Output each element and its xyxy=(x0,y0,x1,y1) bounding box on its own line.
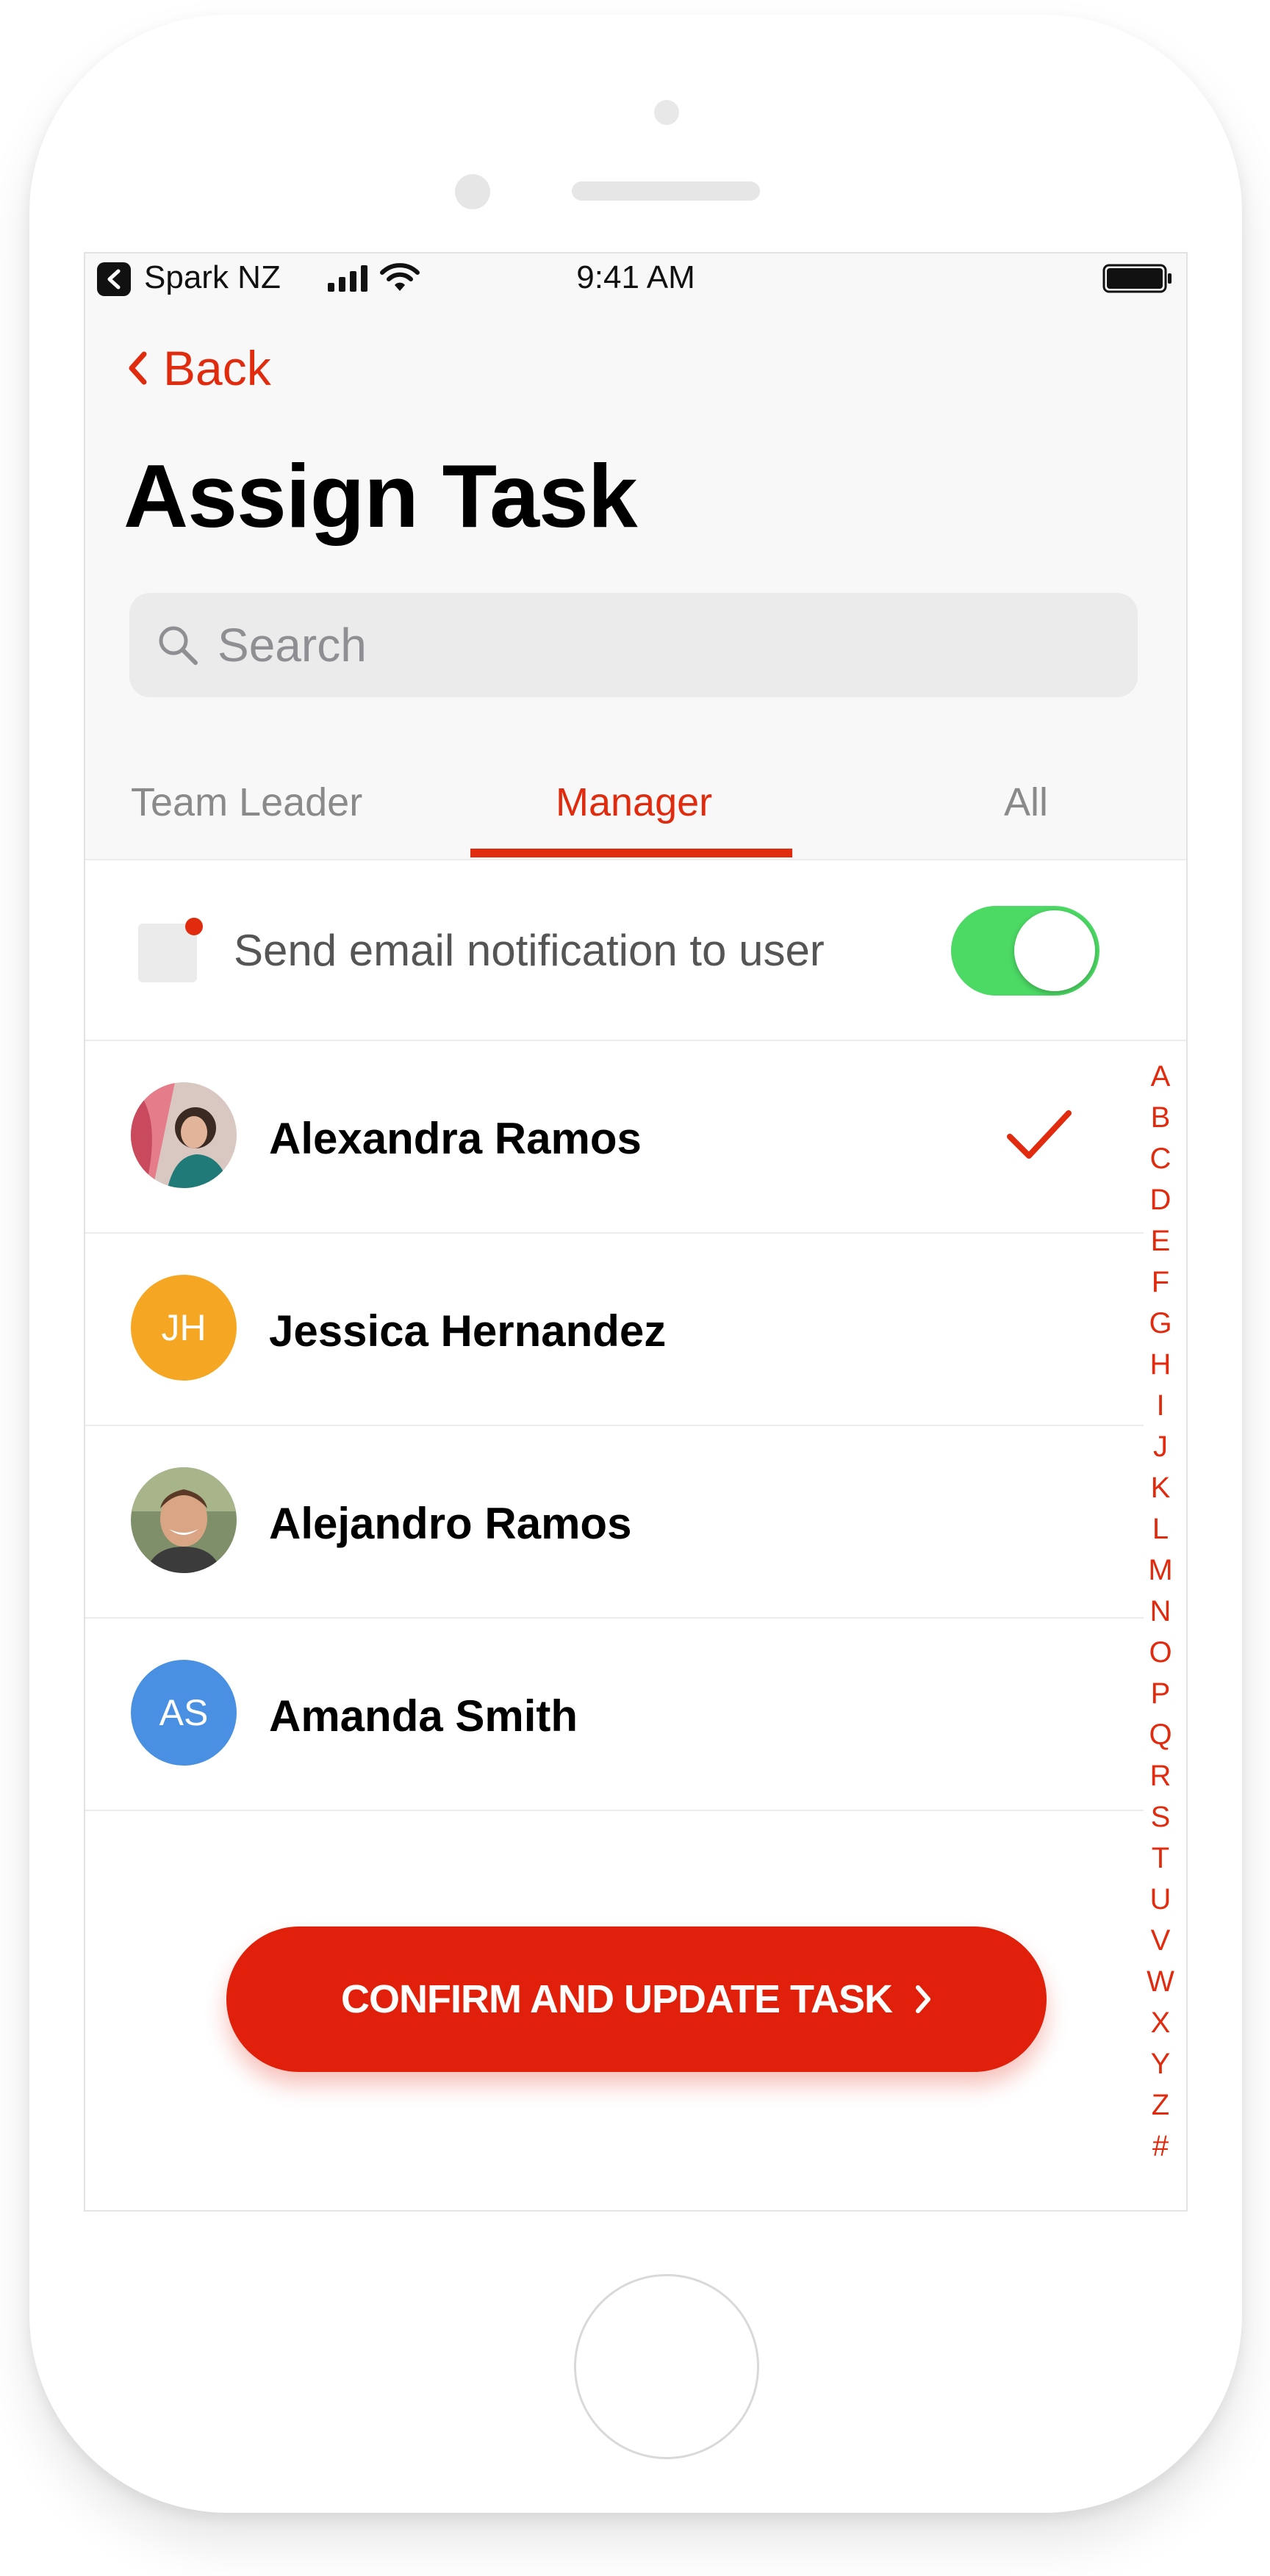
toggle-knob xyxy=(1014,910,1095,991)
notification-checkbox[interactable] xyxy=(138,918,203,982)
alphabet-index-letter[interactable]: N xyxy=(1150,1591,1172,1632)
alphabet-index-letter[interactable]: E xyxy=(1151,1220,1171,1262)
chevron-right-icon xyxy=(915,1985,930,2013)
confirm-button-label: CONFIRM AND UPDATE TASK xyxy=(341,1977,893,2021)
alphabet-index-letter[interactable]: K xyxy=(1151,1467,1171,1508)
alphabet-index-letter[interactable]: G xyxy=(1149,1303,1172,1344)
front-sensor xyxy=(455,174,490,209)
avatar-initials: AS xyxy=(131,1660,237,1766)
alphabet-index-letter[interactable]: Y xyxy=(1151,2043,1171,2084)
battery-icon xyxy=(1102,262,1173,295)
tab-all[interactable]: All xyxy=(1004,780,1048,825)
status-bar: Spark NZ 9:41 AM xyxy=(85,253,1186,305)
back-button[interactable]: Back xyxy=(126,340,271,396)
contact-row-amanda-smith[interactable]: AS Amanda Smith xyxy=(85,1619,1144,1811)
status-time: 9:41 AM xyxy=(576,259,695,295)
contact-name: Alexandra Ramos xyxy=(269,1114,642,1163)
avatar xyxy=(131,1467,237,1573)
alphabet-index-letter[interactable]: F xyxy=(1152,1262,1169,1303)
active-tab-indicator xyxy=(470,849,792,857)
email-notification-row: Send email notification to user xyxy=(85,862,1186,1041)
notification-dot-icon xyxy=(185,918,203,935)
contact-row-alexandra-ramos[interactable]: Alexandra Ramos xyxy=(85,1041,1144,1234)
avatar-initials: JH xyxy=(131,1275,237,1381)
home-button[interactable] xyxy=(574,2274,759,2459)
alphabet-index-letter[interactable]: R xyxy=(1150,1755,1172,1796)
alphabet-index-letter[interactable]: T xyxy=(1152,1838,1169,1879)
alphabet-index-letter[interactable]: A xyxy=(1151,1056,1171,1097)
search-placeholder: Search xyxy=(218,619,367,672)
search-icon xyxy=(159,626,198,665)
checkmark-icon xyxy=(1004,1100,1075,1174)
alphabet-index-letter[interactable]: S xyxy=(1151,1796,1171,1838)
alphabet-index-letter[interactable]: J xyxy=(1153,1426,1168,1467)
alphabet-index-letter[interactable]: C xyxy=(1150,1138,1172,1179)
camera xyxy=(654,100,679,125)
alphabet-index-letter[interactable]: D xyxy=(1150,1179,1172,1220)
contact-name: Jessica Hernandez xyxy=(269,1306,667,1356)
contact-name: Alejandro Ramos xyxy=(269,1499,632,1548)
page-title: Assign Task xyxy=(123,446,638,546)
alphabet-index-letter[interactable]: I xyxy=(1156,1385,1164,1426)
confirm-update-task-button[interactable]: CONFIRM AND UPDATE TASK xyxy=(226,1926,1047,2072)
alphabet-index-letter[interactable]: P xyxy=(1151,1673,1171,1714)
notification-label: Send email notification to user xyxy=(234,926,825,975)
back-label: Back xyxy=(163,341,271,395)
search-input[interactable]: Search xyxy=(129,593,1138,697)
email-notification-toggle[interactable] xyxy=(951,906,1099,996)
contact-row-jessica-hernandez[interactable]: JH Jessica Hernandez xyxy=(85,1234,1144,1426)
alphabet-index-letter[interactable]: Z xyxy=(1152,2084,1169,2126)
tab-manager[interactable]: Manager xyxy=(556,780,712,825)
alphabet-index-letter[interactable]: X xyxy=(1151,2002,1171,2043)
alphabet-index-letter[interactable]: M xyxy=(1148,1550,1172,1591)
alphabet-index-letter[interactable]: O xyxy=(1149,1632,1172,1673)
earpiece-speaker xyxy=(572,181,760,201)
chevron-left-icon xyxy=(129,351,147,385)
avatar xyxy=(131,1082,237,1188)
alphabet-index-letter[interactable]: # xyxy=(1152,2126,1169,2167)
alphabet-index[interactable]: A B C D E F G H I J K L M N O P Q R S T U V W X Y Z # xyxy=(1142,1056,1179,2167)
alphabet-index-letter[interactable]: U xyxy=(1150,1879,1172,1920)
alphabet-index-letter[interactable]: V xyxy=(1151,1920,1171,1961)
alphabet-index-letter[interactable]: L xyxy=(1152,1508,1169,1550)
tab-team-leader[interactable]: Team Leader xyxy=(131,780,362,825)
alphabet-index-letter[interactable]: Q xyxy=(1149,1714,1172,1755)
header-area: Spark NZ 9:41 AM Back Assign Task Search… xyxy=(85,253,1186,860)
app-screen: Spark NZ 9:41 AM Back Assign Task Search… xyxy=(84,252,1188,2212)
contact-name: Amanda Smith xyxy=(269,1691,578,1741)
contact-row-alejandro-ramos[interactable]: Alejandro Ramos xyxy=(85,1426,1144,1619)
alphabet-index-letter[interactable]: B xyxy=(1151,1097,1171,1138)
alphabet-index-letter[interactable]: W xyxy=(1147,1961,1174,2002)
contact-list: Alexandra Ramos JH Jessica Hernandez Ale… xyxy=(85,1041,1144,1811)
alphabet-index-letter[interactable]: H xyxy=(1150,1344,1172,1385)
tab-bar: Team Leader Manager All xyxy=(85,768,1186,860)
